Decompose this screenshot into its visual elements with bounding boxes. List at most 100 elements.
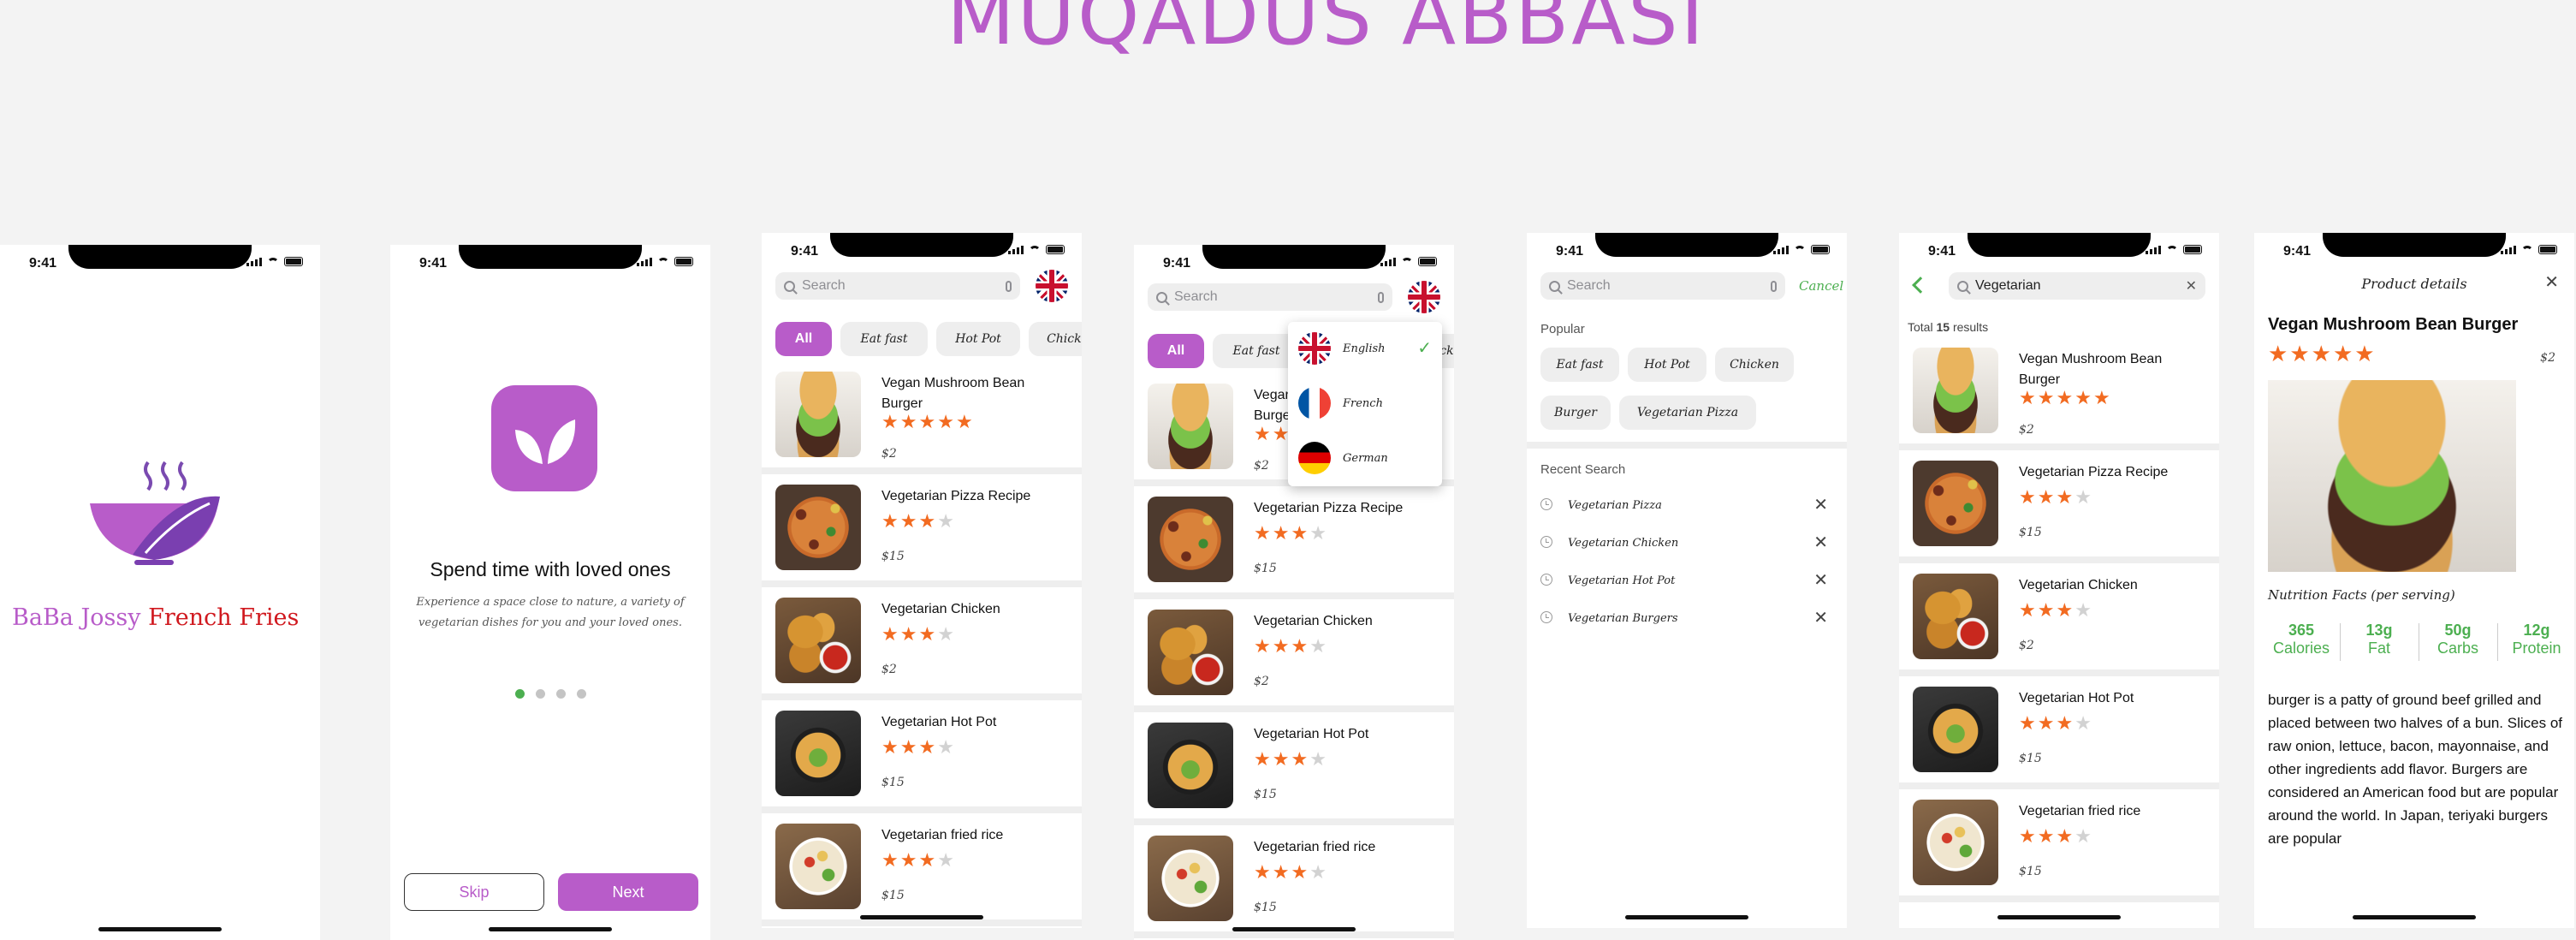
food-card[interactable]: Vegetarian Pizza Recipe ★ ★ ★ ★ $15 <box>1134 486 1454 599</box>
rating-stars: ★ ★ ★ ★ <box>1254 522 1327 544</box>
close-icon[interactable]: ✕ <box>1813 610 1828 627</box>
food-image <box>775 485 861 570</box>
category-chip-chicken[interactable]: Chicken <box>1029 322 1082 356</box>
close-icon[interactable]: ✕ <box>1813 534 1828 551</box>
food-price: $2 <box>881 447 897 461</box>
category-chip-all[interactable]: All <box>1148 334 1204 368</box>
search-input[interactable]: Search <box>1148 283 1392 311</box>
food-card[interactable]: Vegan Mushroom Bean Burger ★★★★★ $2 <box>1899 337 2219 450</box>
close-icon[interactable]: ✕ <box>1813 497 1828 514</box>
recent-item[interactable]: Vegetarian Chicken ✕ <box>1527 529 1847 560</box>
france-flag-icon <box>1298 387 1331 419</box>
food-card[interactable]: Vegetarian Hot Pot ★ ★ ★ ★ $15 <box>762 700 1082 813</box>
leaf-logo-icon <box>491 385 597 491</box>
language-flag-button[interactable] <box>1036 270 1068 302</box>
food-image <box>775 711 861 796</box>
food-price: $2 <box>1254 675 1269 688</box>
search-results-screen: 9:41 Vegetarian ✕ Total 15 results Vegan… <box>1899 233 2219 928</box>
language-option-french[interactable]: French <box>1288 377 1442 431</box>
clock-icon <box>1540 498 1552 510</box>
language-option-german[interactable]: German <box>1288 431 1442 486</box>
food-image <box>1148 497 1233 582</box>
food-card[interactable]: Vegetarian Chicken ★ ★ ★ ★ $2 <box>1134 599 1454 712</box>
product-rating-stars: ★ ★ ★ ★ ★ <box>2268 341 2375 366</box>
popular-chip[interactable]: Burger <box>1540 396 1611 430</box>
popular-chip[interactable]: Hot Pot <box>1628 348 1706 382</box>
language-option-english[interactable]: English ✓ <box>1288 322 1442 377</box>
food-card[interactable]: Vegetarian fried rice ★ ★ ★ ★ $15 <box>762 813 1082 926</box>
category-chip-eat-fast[interactable]: Eat fast <box>1213 334 1300 368</box>
food-card[interactable]: Vegetarian Pizza Recipe ★ ★ ★ ★ $15 <box>762 474 1082 587</box>
section-divider <box>1527 442 1847 449</box>
page-dot-1[interactable] <box>515 689 525 699</box>
germany-flag-icon <box>1298 442 1331 474</box>
food-card[interactable]: Vegetarian Chicken ★ ★ ★ ★ $2 <box>762 587 1082 700</box>
food-image <box>1913 461 1998 546</box>
recent-item[interactable]: Vegetarian Pizza ✕ <box>1527 491 1847 522</box>
battery-icon <box>1418 257 1437 266</box>
category-chip-all[interactable]: All <box>775 322 832 356</box>
language-flag-button[interactable] <box>1408 281 1440 313</box>
next-button[interactable]: Next <box>558 873 698 911</box>
close-icon[interactable]: ✕ <box>1813 572 1828 589</box>
popular-chip[interactable]: Chicken <box>1715 348 1794 382</box>
food-card[interactable]: Vegetarian fried rice ★ ★ ★ ★ $15 <box>1134 825 1454 938</box>
food-card[interactable]: Vegetarian Hot Pot ★ ★ ★ ★ $15 <box>1899 676 2219 789</box>
food-price: $15 <box>2019 526 2042 539</box>
food-card[interactable]: Vegetarian Pizza Recipe ★ ★ ★ ★ $15 <box>1899 450 2219 563</box>
food-list-screen: 9:41 Search All Eat fast Hot Pot Chicken… <box>762 233 1082 928</box>
food-card[interactable]: Vegetarian fried rice ★ ★ ★ ★ $15 <box>1899 789 2219 902</box>
onboarding-subtitle-line1: Experience a space close to nature, a va… <box>416 596 685 609</box>
cancel-button[interactable]: Cancel <box>1799 278 1843 294</box>
mic-icon[interactable] <box>1378 291 1384 303</box>
food-card[interactable]: Vegetarian Chicken ★ ★ ★ ★ $2 <box>1899 563 2219 676</box>
battery-icon <box>674 257 693 266</box>
food-card[interactable]: Vegetarian Hot Pot ★ ★ ★ ★ $15 <box>1134 712 1454 825</box>
nutrition-label: Carbs <box>2437 640 2478 657</box>
nutrition-heading: Nutrition Facts (per serving) <box>2268 587 2455 603</box>
product-details-screen: 9:41 Product details ✕ Vegan Mushroom Be… <box>2254 233 2574 928</box>
recent-item-label: Vegetarian Hot Pot <box>1568 574 1676 587</box>
clear-search-icon[interactable]: ✕ <box>2186 277 2197 294</box>
food-price: $15 <box>1254 788 1277 801</box>
popular-chip[interactable]: Vegetarian Pizza <box>1619 396 1756 430</box>
nutrition-label: Protein <box>2512 640 2561 657</box>
home-indicator <box>1625 915 1748 919</box>
status-icons <box>1008 245 1065 254</box>
mic-icon[interactable] <box>1771 280 1777 292</box>
status-icons <box>637 257 693 266</box>
page-dot-2[interactable] <box>536 689 545 699</box>
results-total: Total 15 results <box>1908 320 1988 334</box>
search-input[interactable]: Search <box>775 272 1020 300</box>
category-chip-hot-pot[interactable]: Hot Pot <box>936 322 1020 356</box>
skip-button[interactable]: Skip <box>404 873 544 911</box>
home-indicator <box>489 927 612 931</box>
food-price: $2 <box>881 663 897 676</box>
recent-item[interactable]: Vegetarian Hot Pot ✕ <box>1527 567 1847 598</box>
wifi-icon <box>1794 246 1806 254</box>
food-name: Vegan Mushroom Bean Burger <box>2019 352 2163 387</box>
rating-stars: ★ ★ ★ ★ <box>881 736 954 758</box>
category-chip-eat-fast[interactable]: Eat fast <box>840 322 928 356</box>
wifi-icon <box>1401 258 1413 266</box>
back-icon[interactable] <box>1912 277 1929 294</box>
popular-chip[interactable]: Eat fast <box>1540 348 1619 382</box>
notch <box>1202 245 1386 269</box>
food-name: Vegetarian fried rice <box>881 828 1004 842</box>
notch <box>459 245 642 269</box>
language-label: German <box>1343 452 1388 465</box>
recent-item[interactable]: Vegetarian Burgers ✕ <box>1527 604 1847 635</box>
close-icon[interactable]: ✕ <box>2544 274 2559 291</box>
food-card[interactable]: Vegan Mushroom Bean Burger ★★★★★ $2 <box>762 361 1082 474</box>
status-icons <box>246 257 303 266</box>
rating-stars: ★ ★ ★ ★ <box>1254 861 1327 883</box>
page-dot-4[interactable] <box>577 689 586 699</box>
search-input[interactable]: Vegetarian ✕ <box>1949 272 2205 300</box>
page-dot-3[interactable] <box>556 689 566 699</box>
onboarding-screen: 9:41 Spend time with loved ones Experien… <box>390 245 710 940</box>
signal-icon <box>1380 258 1396 266</box>
search-screen: 9:41 Search Cancel Popular Eat fast Hot … <box>1527 233 1847 928</box>
search-input[interactable]: Search <box>1540 272 1785 300</box>
mic-icon[interactable] <box>1006 280 1012 292</box>
signal-icon <box>1773 246 1789 254</box>
